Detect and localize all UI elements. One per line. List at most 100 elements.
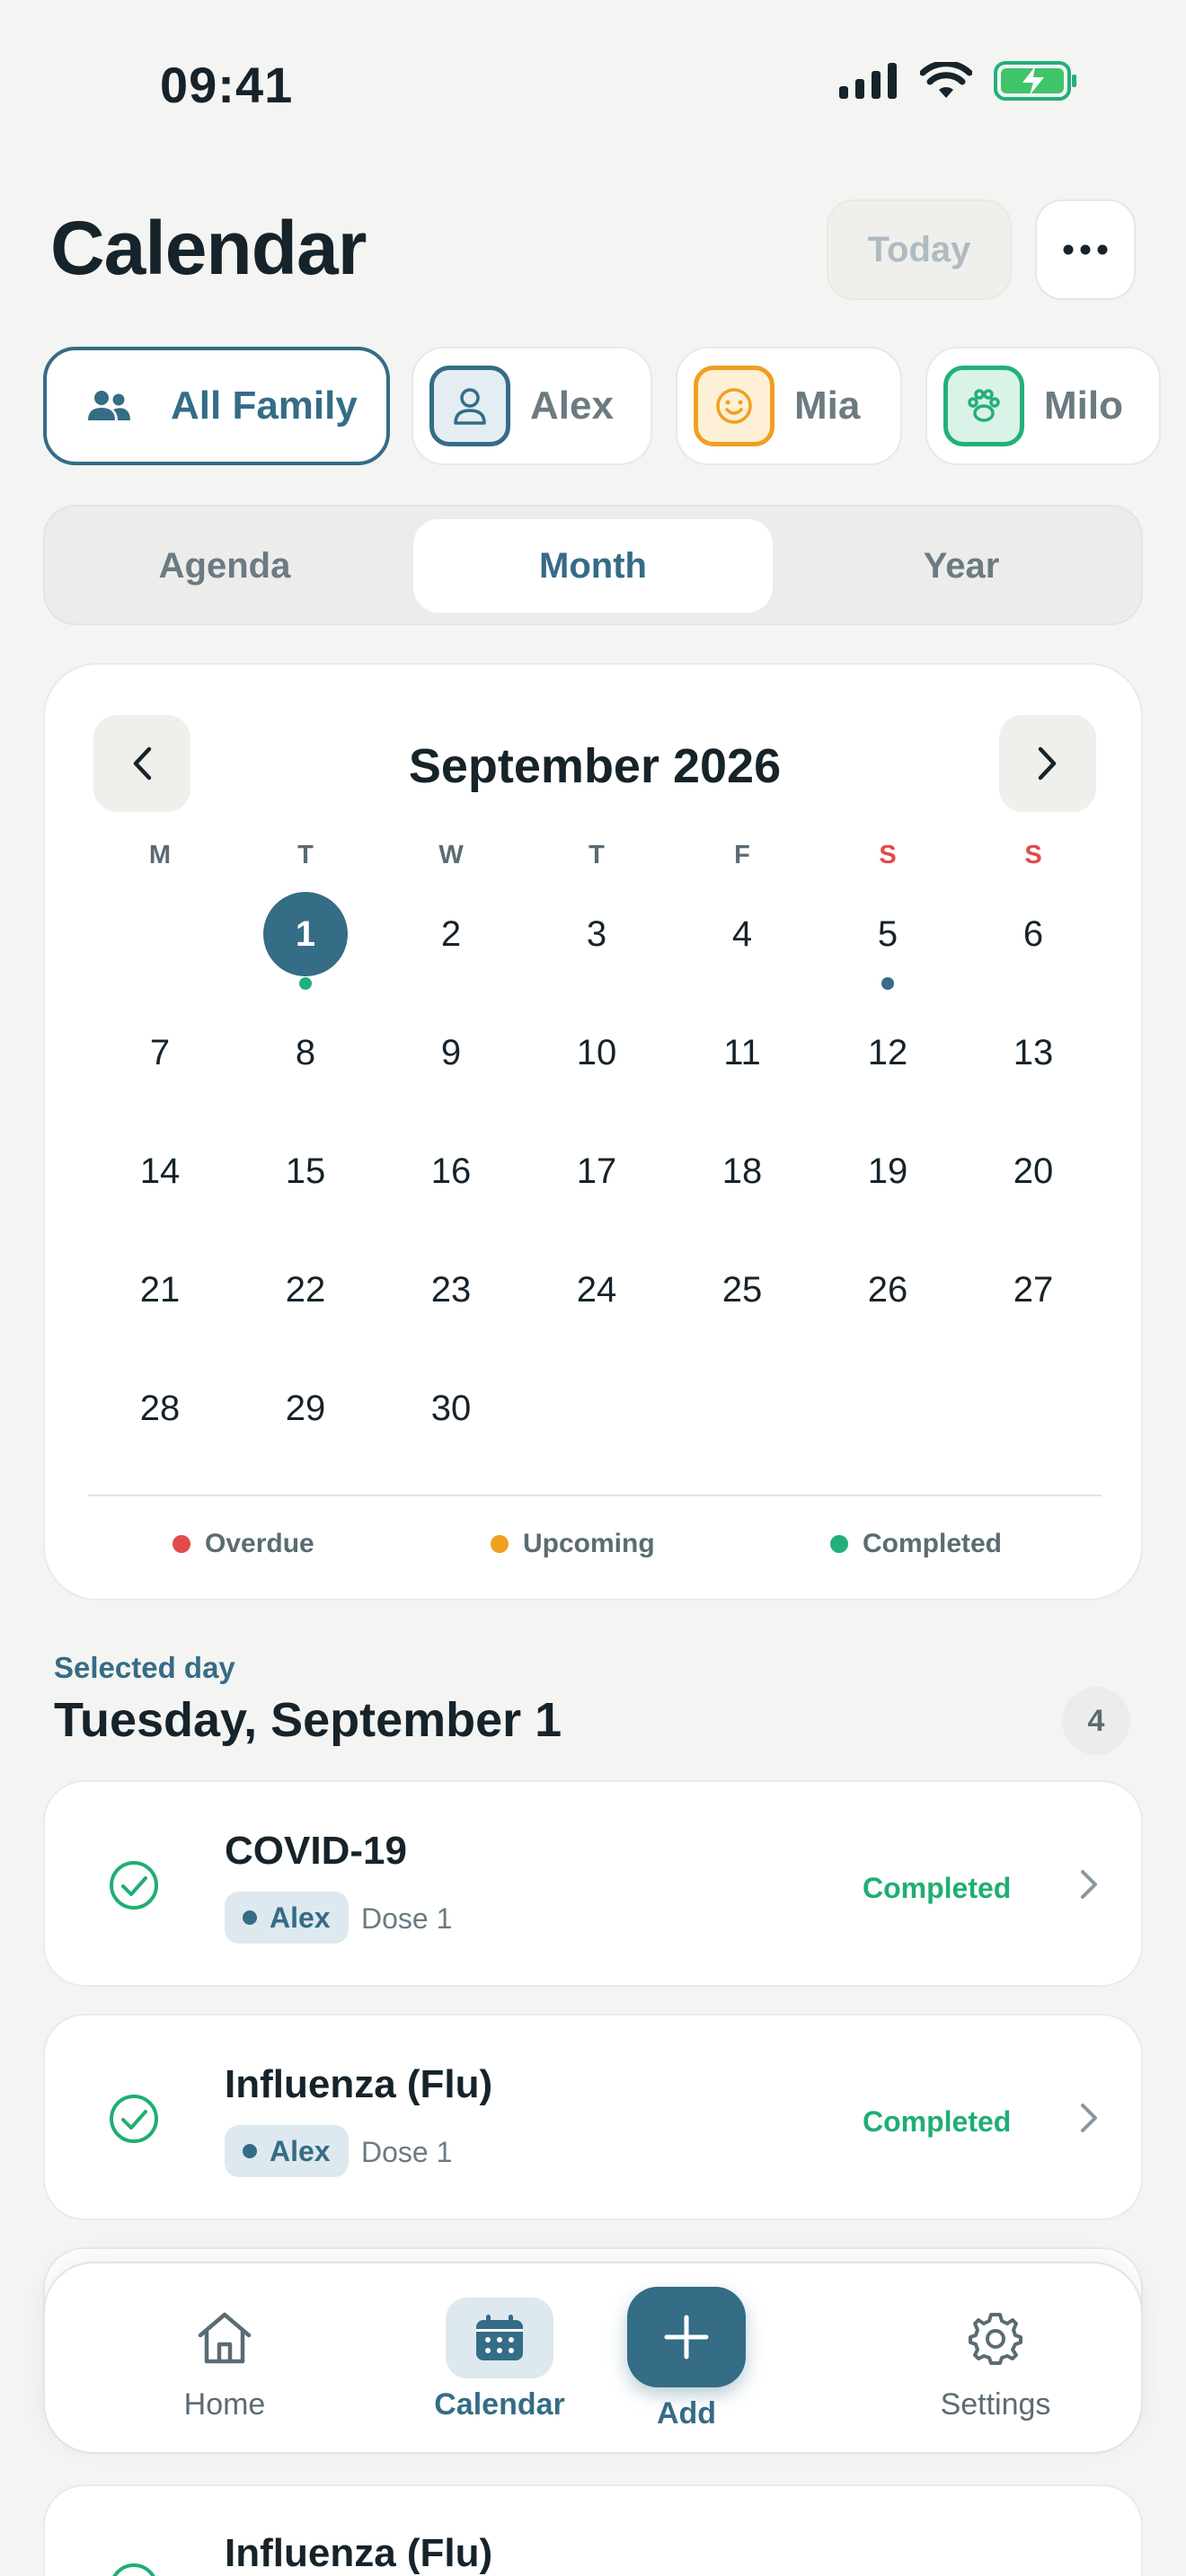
today-button[interactable]: Today xyxy=(827,199,1012,300)
calendar-day[interactable]: 13 xyxy=(988,1008,1078,1098)
calendar-day[interactable]: 18 xyxy=(697,1126,787,1216)
weekday-label: W xyxy=(438,841,464,869)
next-month-button[interactable] xyxy=(999,715,1096,812)
calendar-day[interactable]: 8 xyxy=(261,1008,350,1098)
calendar-day[interactable]: 15 xyxy=(261,1126,350,1216)
calendar-day[interactable]: 17 xyxy=(552,1126,642,1216)
bottom-tab-bar: Home Calendar Settings xyxy=(43,2262,1143,2454)
calendar-day[interactable]: 28 xyxy=(115,1363,205,1453)
check-circle-icon xyxy=(112,2563,155,2576)
legend-label: Overdue xyxy=(205,1529,314,1558)
calendar-day[interactable]: 23 xyxy=(406,1245,496,1335)
calendar-day[interactable]: 10 xyxy=(552,1008,642,1098)
family-icon xyxy=(88,391,130,420)
completed-dot xyxy=(830,1535,848,1553)
legend-label: Completed xyxy=(863,1529,1003,1558)
legend-label: Upcoming xyxy=(523,1529,655,1558)
tab-calendar[interactable]: Calendar xyxy=(376,2263,624,2456)
calendar-day[interactable]: 16 xyxy=(406,1126,496,1216)
gear-icon xyxy=(969,2312,1022,2365)
avatar xyxy=(429,366,510,446)
person-icon xyxy=(454,388,486,425)
calendar-day[interactable]: 7 xyxy=(115,1008,205,1098)
calendar-day[interactable]: 11 xyxy=(697,1008,787,1098)
month-title: September 2026 xyxy=(408,739,782,793)
plus-icon xyxy=(664,2315,709,2360)
calendar-day[interactable]: 25 xyxy=(697,1245,787,1335)
weekday-label: S xyxy=(1024,841,1042,869)
calendar-day[interactable]: 4 xyxy=(697,889,787,979)
weekday-label: T xyxy=(589,841,605,869)
legend-upcoming: Upcoming xyxy=(491,1529,655,1559)
calendar-icon xyxy=(476,2314,523,2360)
status-badge: Completed xyxy=(863,1872,1012,1904)
check-circle-icon xyxy=(110,1861,158,1910)
event-name: Influenza (Flu) xyxy=(225,2062,493,2106)
tab-agenda[interactable]: Agenda xyxy=(58,519,392,613)
dose-label: Dose 1 xyxy=(361,1902,453,1935)
person-tag: Alex xyxy=(225,2125,349,2177)
calendar-day[interactable]: 9 xyxy=(406,1008,496,1098)
calendar-day[interactable]: 3 xyxy=(552,889,642,979)
tab-label: Home xyxy=(183,2386,266,2422)
wifi-icon xyxy=(920,62,972,98)
more-button[interactable] xyxy=(1035,199,1136,300)
tab-home[interactable]: Home xyxy=(101,2263,349,2456)
chip-label: All Family xyxy=(171,384,358,428)
event-card[interactable]: Influenza (Flu) Alex Dose 1 Completed xyxy=(43,2014,1143,2220)
weekday-label: S xyxy=(879,841,897,869)
signal-icon xyxy=(839,63,897,99)
add-button[interactable] xyxy=(627,2287,746,2387)
weekday-label: M xyxy=(148,841,172,869)
chip-label: Milo xyxy=(1044,384,1123,428)
calendar-icon-box xyxy=(446,2297,553,2378)
event-indicator xyxy=(881,977,894,990)
filter-all-family[interactable]: All Family xyxy=(43,347,390,465)
more-icon xyxy=(1063,244,1108,255)
filter-alex[interactable]: Alex xyxy=(412,347,652,465)
legend-overdue: Overdue xyxy=(173,1529,314,1559)
tab-label: Settings xyxy=(940,2386,1051,2422)
paw-icon xyxy=(968,389,1000,422)
calendar-day[interactable]: 26 xyxy=(843,1245,933,1335)
home-icon-box xyxy=(171,2298,279,2378)
calendar-day[interactable]: 29 xyxy=(261,1363,350,1453)
calendar-day[interactable]: 19 xyxy=(843,1126,933,1216)
calendar-day[interactable]: 14 xyxy=(115,1126,205,1216)
event-count-badge: 4 xyxy=(1062,1687,1130,1755)
check-circle-icon xyxy=(110,2095,158,2143)
event-name: Influenza (Flu) xyxy=(225,2531,493,2575)
dose-label: Dose 1 xyxy=(361,2136,453,2168)
legend-completed: Completed xyxy=(830,1529,1002,1559)
tab-year[interactable]: Year xyxy=(794,519,1128,613)
calendar-day[interactable]: 20 xyxy=(988,1126,1078,1216)
status-icons xyxy=(839,61,1078,101)
filter-mia[interactable]: Mia xyxy=(676,347,902,465)
calendar-day[interactable]: 2 xyxy=(406,889,496,979)
calendar-day[interactable]: 24 xyxy=(552,1245,642,1335)
chevron-right-icon xyxy=(1081,1870,1097,1899)
calendar-day[interactable]: 22 xyxy=(261,1245,350,1335)
person-dot xyxy=(243,2144,257,2158)
status-time: 09:41 xyxy=(160,57,294,113)
tab-month[interactable]: Month xyxy=(413,519,773,613)
upcoming-dot xyxy=(491,1535,509,1553)
tab-settings[interactable]: Settings xyxy=(872,2263,1120,2456)
home-icon xyxy=(198,2312,252,2363)
divider xyxy=(88,1495,1102,1496)
calendar-day[interactable]: 6 xyxy=(988,889,1078,979)
calendar-day[interactable]: 5 xyxy=(843,889,933,979)
calendar-day[interactable]: 27 xyxy=(988,1245,1078,1335)
calendar-day-selected[interactable]: 1 xyxy=(263,892,348,976)
chevron-right-icon xyxy=(1081,2104,1097,2132)
event-card[interactable]: Influenza (Flu) xyxy=(43,2484,1143,2576)
filter-milo[interactable]: Milo xyxy=(925,347,1161,465)
calendar-day[interactable]: 30 xyxy=(406,1363,496,1453)
weekday-label: F xyxy=(734,841,750,869)
chip-label: Alex xyxy=(530,384,614,428)
person-name: Alex xyxy=(270,2134,331,2167)
calendar-day[interactable]: 12 xyxy=(843,1008,933,1098)
event-card[interactable]: COVID-19 Alex Dose 1 Completed xyxy=(43,1780,1143,1987)
add-label: Add xyxy=(656,2396,717,2430)
calendar-day[interactable]: 21 xyxy=(115,1245,205,1335)
